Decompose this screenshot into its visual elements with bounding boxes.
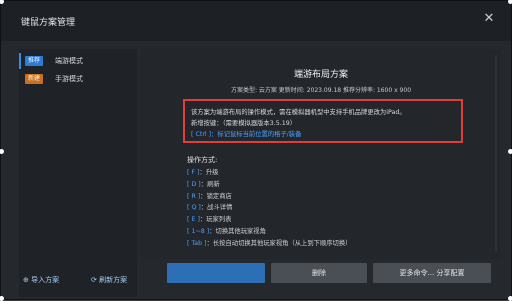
operation-item: [ D ]：刷新 — [187, 179, 351, 191]
operation-key: [ R ] — [187, 192, 201, 200]
operation-text: ：长按自动切换其他玩家视角（从上到下顺序切换） — [206, 239, 352, 247]
operation-key: [ E ] — [187, 216, 200, 224]
plan-sidebar: 推荐 端游模式 新建 手游模式 ⊕ 导入方案 ⟳ 刷新方案 — [19, 49, 137, 297]
content-scrollbar[interactable] — [495, 55, 497, 251]
close-icon[interactable]: ✕ — [481, 11, 497, 27]
operation-key: [ Tab ] — [187, 239, 207, 247]
resize-handle[interactable] — [508, 149, 512, 154]
operation-key: [ D ] — [187, 180, 201, 188]
operations-title: 操作方式: — [187, 156, 218, 164]
operation-text: ：刷新 — [200, 180, 220, 188]
recommend-badge: 推荐 — [25, 56, 44, 66]
apply-button[interactable] — [167, 263, 265, 283]
new-badge: 新建 — [25, 74, 44, 84]
operation-key: [ 1~8 ] — [187, 227, 210, 235]
sidebar-item-pc-mode[interactable]: 推荐 端游模式 — [19, 53, 137, 69]
plan-title: 端游布局方案 — [293, 70, 348, 80]
more-button[interactable]: 更多命令... 分享配置 — [373, 263, 491, 283]
plan-meta: 方案类型: 云方案 更新时间: 2023.09.18 推荐分辨率: 1600 x… — [230, 87, 412, 94]
resize-handle[interactable] — [508, 0, 512, 4]
resize-handle[interactable] — [0, 296, 4, 301]
sidebar-item-mobile-mode[interactable]: 新建 手游模式 — [19, 71, 137, 87]
operation-text: ：锁定商店 — [200, 192, 232, 200]
refresh-plan-link[interactable]: ⟳ 刷新方案 — [91, 275, 127, 285]
operation-item: [ 1~8 ]：切换其他玩家视角 — [187, 226, 351, 238]
operation-text: ：升级 — [199, 169, 219, 176]
refresh-icon: ⟳ — [91, 276, 97, 284]
plan-description-highlight: 该方案为端游布局的操作模式，需在模拟器机型中支持手机品牌更改为iPad。 新增按… — [183, 99, 463, 143]
sidebar-item-label: 端游模式 — [55, 57, 83, 65]
plan-details: 端游布局方案 方案类型: 云方案 更新时间: 2023.09.18 推荐分辨率:… — [141, 49, 501, 259]
delete-button[interactable]: 删除 — [271, 263, 367, 283]
operation-key: [ Q ] — [187, 204, 201, 212]
import-plan-label: 导入方案 — [31, 276, 60, 284]
sidebar-item-label: 手游模式 — [55, 75, 83, 83]
description-line: 该方案为端游布局的操作模式，需在模拟器机型中支持手机品牌更改为iPad。 — [191, 109, 406, 116]
operation-item: [ Tab ]：长按自动切换其他玩家视角（从上到下顺序切换） — [187, 238, 351, 250]
action-bar: 删除 更多命令... 分享配置 — [167, 263, 497, 283]
import-icon: ⊕ — [23, 276, 29, 284]
operation-item: [ Q ]：战斗详情 — [187, 202, 351, 214]
titlebar: 键鼠方案管理 ✕ — [1, 1, 511, 41]
sidebar-footer: ⊕ 导入方案 ⟳ 刷新方案 — [19, 273, 137, 287]
operations-list: [ F ]：升级 [ D ]：刷新 [ R ]：锁定商店 [ Q ]：战斗详情 … — [187, 167, 351, 250]
description-line: [ Ctrl ]：标记鼠标当前位置的格子/装备 — [191, 131, 302, 138]
operation-item: [ F ]：升级 — [187, 167, 351, 179]
description-line: 新增按键：（需要模拟器版本3.5.19） — [191, 120, 297, 127]
window-title: 键鼠方案管理 — [21, 18, 76, 28]
operation-item: [ E ]：玩家列表 — [187, 214, 351, 226]
operation-key: [ F ] — [187, 169, 200, 176]
operation-item: [ R ]：锁定商店 — [187, 191, 351, 203]
resize-handle[interactable] — [508, 296, 512, 301]
operation-text: ：战斗详情 — [200, 204, 233, 212]
keymap-plan-manager-window: 键鼠方案管理 ✕ 推荐 端游模式 新建 手游模式 ⊕ 导入方案 ⟳ 刷新方案 端… — [0, 0, 512, 301]
operation-text: ：切换其他玩家视角 — [209, 227, 266, 235]
refresh-plan-label: 刷新方案 — [99, 276, 128, 284]
resize-handle[interactable] — [0, 149, 4, 154]
import-plan-link[interactable]: ⊕ 导入方案 — [23, 275, 59, 285]
operation-text: ：玩家列表 — [199, 216, 232, 224]
